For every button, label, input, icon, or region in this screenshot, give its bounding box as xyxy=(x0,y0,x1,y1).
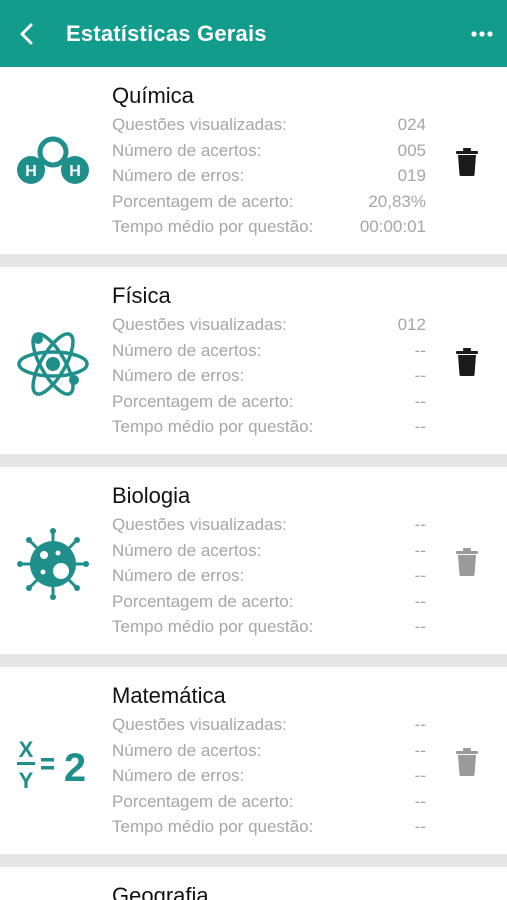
subject-name: Geografia xyxy=(112,883,209,900)
stat-value: 019 xyxy=(397,166,426,185)
stat-row-percent: Porcentagem de acerto: 20,83% xyxy=(112,192,426,218)
stat-row-percent: Porcentagem de acerto: -- xyxy=(112,592,426,618)
stat-value: -- xyxy=(414,366,426,385)
stats-list: Questões visualizadas: -- Número de acert… xyxy=(112,715,426,843)
trash-icon xyxy=(456,748,478,776)
stat-row-percent: Porcentagem de acerto: -- xyxy=(112,392,426,418)
trash-icon xyxy=(456,548,478,576)
stat-value: -- xyxy=(414,515,426,534)
stat-value: -- xyxy=(414,766,426,785)
back-button[interactable] xyxy=(0,0,54,67)
stat-label: Questões visualizadas: xyxy=(112,515,287,534)
stat-row-avg-time: Tempo médio por questão: -- xyxy=(112,617,426,643)
stat-row-avg-time: Tempo médio por questão: -- xyxy=(112,417,426,443)
svg-text:2: 2 xyxy=(64,746,86,790)
chevron-left-icon xyxy=(20,23,33,44)
delete-button[interactable] xyxy=(452,145,482,179)
stat-label: Número de erros: xyxy=(112,566,245,585)
stat-label: Porcentagem de acerto: xyxy=(112,791,294,811)
trash-icon xyxy=(456,348,478,376)
stat-row-viewed: Questões visualizadas: -- xyxy=(112,515,426,541)
delete-button[interactable] xyxy=(452,545,482,579)
svg-text:X: X xyxy=(19,737,34,762)
stat-value: -- xyxy=(414,540,426,560)
stat-value: 005 xyxy=(397,140,426,160)
page-title: Estatísticas Gerais xyxy=(66,20,267,46)
stat-label: Tempo médio por questão: xyxy=(112,217,314,236)
stat-label: Número de acertos: xyxy=(112,340,262,360)
stat-label: Número de erros: xyxy=(112,366,245,385)
svg-text:H: H xyxy=(25,163,37,180)
subject-card-matematica[interactable]: X Y 2 Matemática Questões visualizadas: -… xyxy=(0,667,507,854)
stat-value: -- xyxy=(414,740,426,760)
delete-button[interactable] xyxy=(452,345,482,379)
stat-value: -- xyxy=(414,715,426,734)
stat-row-avg-time: Tempo médio por questão: 00:00:01 xyxy=(112,217,426,243)
subject-card-quimica[interactable]: H H Química Questões visualizadas: 024 Nú… xyxy=(0,67,507,254)
stat-row-correct: Número de acertos: -- xyxy=(112,341,426,367)
subject-card-biologia[interactable]: Biologia Questões visualizadas: -- Número… xyxy=(0,467,507,654)
stat-label: Número de erros: xyxy=(112,766,245,785)
stats-list: Questões visualizadas: 012 Número de acer… xyxy=(112,315,426,443)
stat-row-viewed: Questões visualizadas: 012 xyxy=(112,315,426,341)
stat-value: 20,83% xyxy=(368,191,426,211)
stat-value: -- xyxy=(414,340,426,360)
atom-icon xyxy=(17,332,89,396)
svg-text:H: H xyxy=(69,163,81,180)
stat-label: Número de acertos: xyxy=(112,740,262,760)
stats-list: Questões visualizadas: 024 Número de acer… xyxy=(112,115,426,243)
stat-value: 012 xyxy=(397,315,426,334)
stat-label: Número de acertos: xyxy=(112,540,262,560)
stat-label: Número de erros: xyxy=(112,166,245,185)
stat-row-errors: Número de erros: 019 xyxy=(112,166,426,192)
stat-label: Porcentagem de acerto: xyxy=(112,191,294,211)
stat-label: Tempo médio por questão: xyxy=(112,817,314,836)
h2o-molecule-icon: H H xyxy=(17,136,89,184)
stat-value: 00:00:01 xyxy=(359,217,426,236)
subject-name: Física xyxy=(112,283,171,308)
stat-value: -- xyxy=(414,817,426,836)
virus-cell-icon xyxy=(17,528,89,600)
subject-name: Matemática xyxy=(112,683,226,708)
subject-name: Biologia xyxy=(112,483,191,508)
stat-row-avg-time: Tempo médio por questão: -- xyxy=(112,817,426,843)
stat-row-correct: Número de acertos: -- xyxy=(112,541,426,567)
stat-label: Número de acertos: xyxy=(112,140,262,160)
stat-label: Tempo médio por questão: xyxy=(112,417,314,436)
stat-value: -- xyxy=(414,417,426,436)
stat-label: Porcentagem de acerto: xyxy=(112,591,294,611)
stat-row-errors: Número de erros: -- xyxy=(112,766,426,792)
stat-label: Questões visualizadas: xyxy=(112,715,287,734)
stat-label: Porcentagem de acerto: xyxy=(112,391,294,411)
stat-row-correct: Número de acertos: -- xyxy=(112,741,426,767)
stat-row-viewed: Questões visualizadas: -- xyxy=(112,715,426,741)
subject-name: Química xyxy=(112,83,194,108)
stat-row-correct: Número de acertos: 005 xyxy=(112,141,426,167)
stat-value: -- xyxy=(414,566,426,585)
stat-row-errors: Número de erros: -- xyxy=(112,366,426,392)
trash-icon xyxy=(456,148,478,176)
more-options-button[interactable] xyxy=(457,0,507,67)
stat-row-percent: Porcentagem de acerto: -- xyxy=(112,792,426,818)
stat-label: Tempo médio por questão: xyxy=(112,617,314,636)
subject-card-geografia[interactable]: Geografia xyxy=(0,867,507,900)
delete-button[interactable] xyxy=(452,745,482,779)
svg-text:Y: Y xyxy=(19,768,34,793)
stats-list: Questões visualizadas: -- Número de acert… xyxy=(112,515,426,643)
stat-value: -- xyxy=(414,391,426,411)
app-bar: Estatísticas Gerais xyxy=(0,0,507,67)
stat-row-errors: Número de erros: -- xyxy=(112,566,426,592)
stat-label: Questões visualizadas: xyxy=(112,315,287,334)
stat-label: Questões visualizadas: xyxy=(112,115,287,134)
math-equation-icon: X Y 2 xyxy=(17,737,86,793)
more-horizontal-icon xyxy=(471,30,493,37)
stat-row-viewed: Questões visualizadas: 024 xyxy=(112,115,426,141)
stat-value: 024 xyxy=(397,115,426,134)
stat-value: -- xyxy=(414,617,426,636)
subject-list: H H Química Questões visualizadas: 024 Nú… xyxy=(0,67,507,900)
stat-value: -- xyxy=(414,791,426,811)
stat-value: -- xyxy=(414,591,426,611)
subject-card-fisica[interactable]: Física Questões visualizadas: 012 Número … xyxy=(0,267,507,454)
